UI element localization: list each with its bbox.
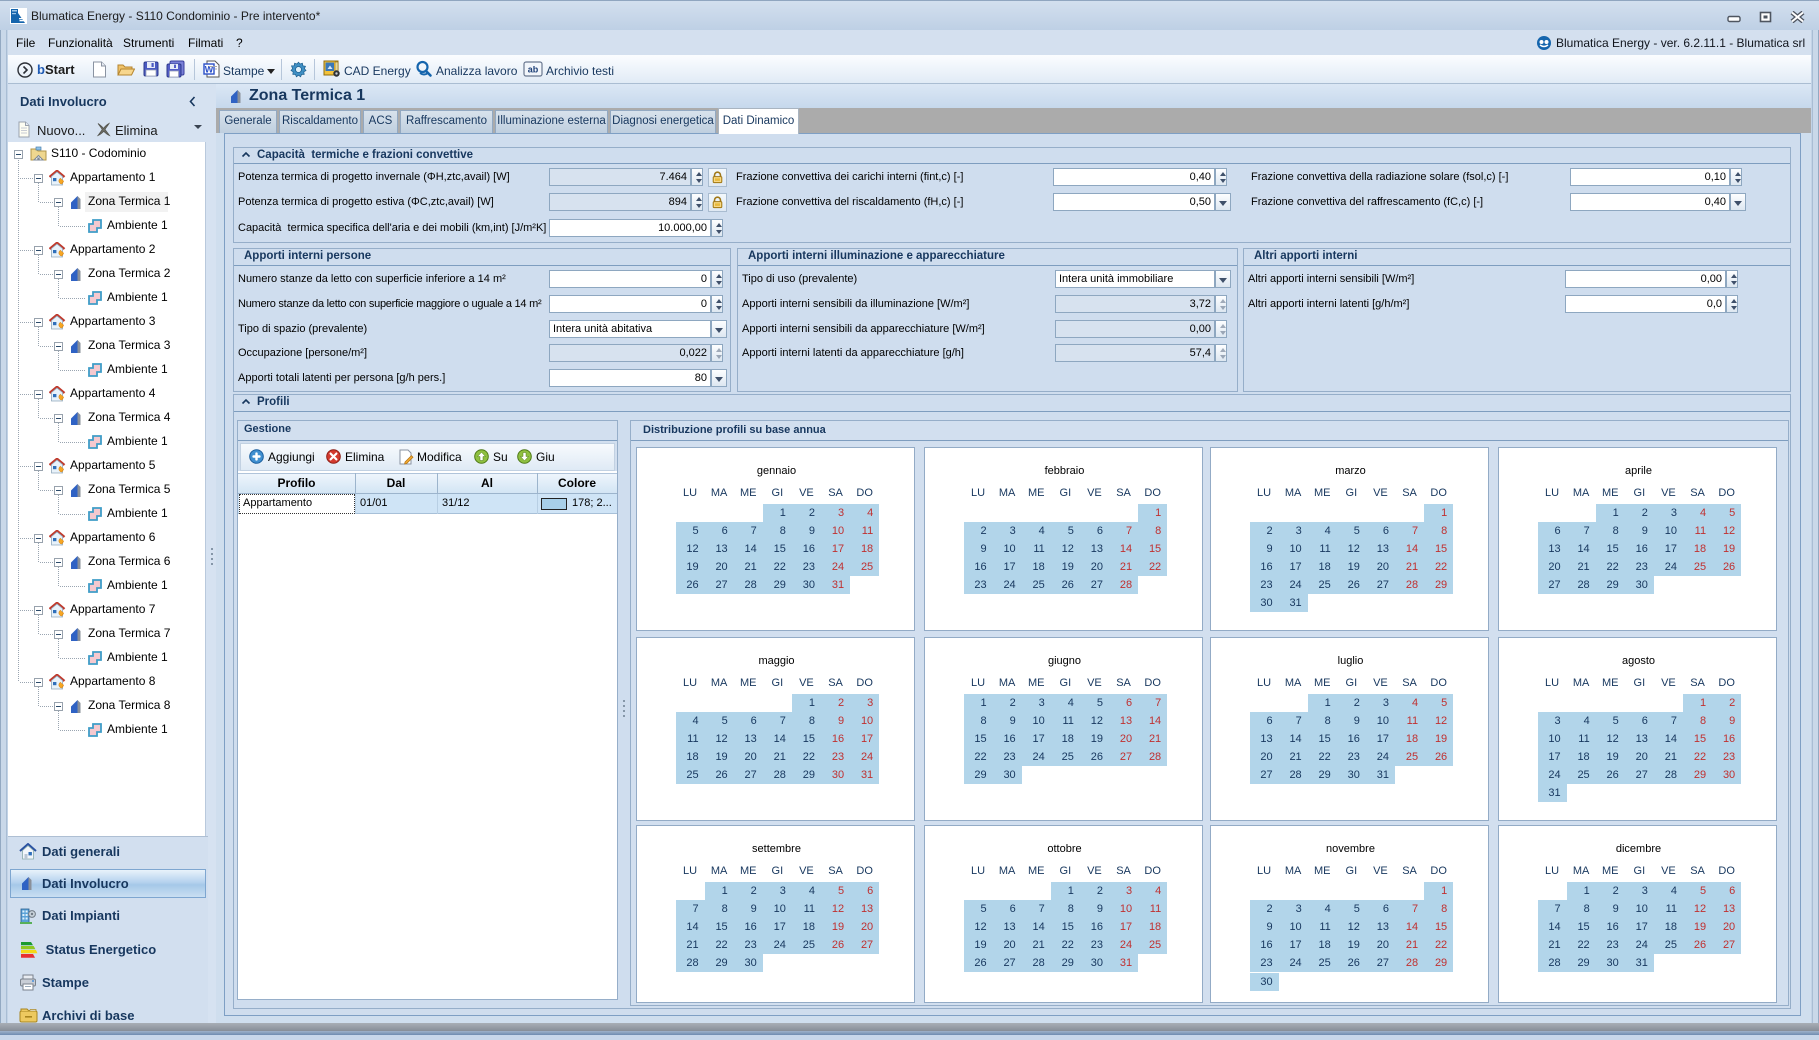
svg-text:ab: ab [528,65,539,75]
